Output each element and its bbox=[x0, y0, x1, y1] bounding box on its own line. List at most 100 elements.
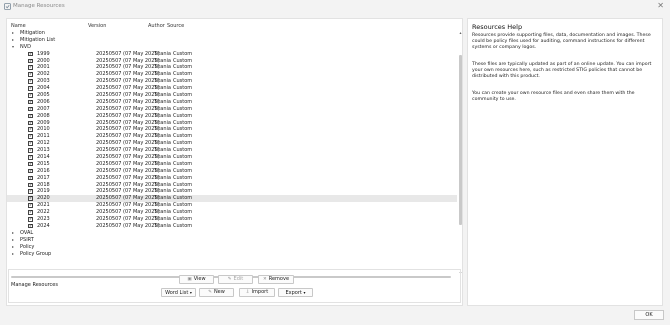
column-header-name[interactable]: Name bbox=[11, 23, 26, 29]
checkbox[interactable]: ✓ bbox=[28, 175, 33, 180]
close-icon[interactable]: ✕ bbox=[657, 1, 664, 10]
scroll-up-icon[interactable]: ▴ bbox=[458, 30, 463, 35]
tree-group[interactable]: ▸ Mitigation bbox=[7, 30, 457, 37]
tree-item[interactable]: ✓ 2021 20250507 (07 May 2025) Titania Custom bbox=[7, 202, 457, 209]
tree-item[interactable]: ✓ 2010 20250507 (07 May 2025) Titania Custom bbox=[7, 126, 457, 133]
column-header-author[interactable]: Author bbox=[148, 23, 165, 29]
checkbox[interactable]: ✓ bbox=[28, 113, 33, 118]
ok-button[interactable]: OK bbox=[634, 310, 664, 320]
remove-button[interactable]: ✕ Remove bbox=[258, 275, 294, 284]
item-source: Custom bbox=[173, 160, 193, 167]
column-header-version[interactable]: Version bbox=[88, 23, 106, 29]
tree-group[interactable]: ▸ Policy bbox=[7, 244, 457, 251]
export-button[interactable]: Export ▾ bbox=[278, 288, 313, 297]
checkbox[interactable]: ✓ bbox=[28, 120, 33, 125]
chevron-right-icon[interactable]: ▸ bbox=[12, 30, 14, 37]
checkbox[interactable]: ✓ bbox=[28, 127, 33, 132]
checkbox[interactable]: ✓ bbox=[28, 141, 33, 146]
checkbox[interactable]: ✓ bbox=[28, 134, 33, 139]
chevron-right-icon[interactable]: ▸ bbox=[12, 230, 14, 237]
checkbox[interactable]: ✓ bbox=[28, 223, 33, 228]
item-author: Titania bbox=[154, 126, 171, 133]
checkbox[interactable]: ✓ bbox=[28, 106, 33, 111]
edit-button[interactable]: ✎ Edit bbox=[218, 275, 253, 284]
item-name: 2021 bbox=[37, 202, 50, 209]
checkbox[interactable]: ✓ bbox=[28, 196, 33, 201]
new-button[interactable]: ✎ New bbox=[199, 288, 234, 297]
chevron-right-icon[interactable]: ▸ bbox=[12, 37, 14, 44]
checkbox[interactable]: ✓ bbox=[28, 79, 33, 84]
tree-group[interactable]: ▸ Policy Group bbox=[7, 251, 457, 258]
checkbox[interactable]: ✓ bbox=[28, 168, 33, 173]
tree-group[interactable]: ▸ OVAL bbox=[7, 230, 457, 237]
item-source: Custom bbox=[173, 126, 193, 133]
checkbox[interactable]: ✓ bbox=[28, 51, 33, 56]
tree-item[interactable]: ✓ 2002 20250507 (07 May 2025) Titania Custom bbox=[7, 71, 457, 78]
checkbox[interactable]: ✓ bbox=[28, 203, 33, 208]
tree-item[interactable]: ✓ 2015 20250507 (07 May 2025) Titania Custom bbox=[7, 161, 457, 168]
tree-item[interactable]: ✓ 2000 20250507 (07 May 2025) Titania Custom bbox=[7, 58, 457, 65]
tree-item[interactable]: ✓ 2004 20250507 (07 May 2025) Titania Custom bbox=[7, 85, 457, 92]
import-button[interactable]: ⇩ Import bbox=[239, 288, 275, 297]
item-name: 2020 bbox=[37, 195, 50, 202]
vertical-scrollbar[interactable]: ▴ ▾ bbox=[458, 30, 463, 275]
checkbox[interactable]: ✓ bbox=[28, 86, 33, 91]
tree-group[interactable]: ▸ PSIRT bbox=[7, 237, 457, 244]
checkbox[interactable]: ✓ bbox=[28, 99, 33, 104]
checkbox[interactable]: ✓ bbox=[28, 93, 33, 98]
chevron-down-icon[interactable]: ▾ bbox=[12, 44, 14, 51]
item-version: 20250507 (07 May 2025) bbox=[96, 222, 160, 229]
resources-panel: Name Version Author Source ▸ Mitigation ▸ M… bbox=[6, 18, 463, 306]
checkbox[interactable]: ✓ bbox=[28, 189, 33, 194]
item-name: 2016 bbox=[37, 167, 50, 174]
checkbox[interactable]: ✓ bbox=[28, 58, 33, 63]
item-name: 2003 bbox=[37, 78, 50, 85]
tree-item[interactable]: ✓ 2016 20250507 (07 May 2025) Titania Custom bbox=[7, 168, 457, 175]
item-name: 2004 bbox=[37, 85, 50, 92]
scroll-thumb[interactable] bbox=[459, 55, 462, 225]
tree-item[interactable]: ✓ 2011 20250507 (07 May 2025) Titania Custom bbox=[7, 133, 457, 140]
item-name: 2009 bbox=[37, 119, 50, 126]
tree-item[interactable]: ✓ 2012 20250507 (07 May 2025) Titania Custom bbox=[7, 140, 457, 147]
checkbox[interactable]: ✓ bbox=[28, 72, 33, 77]
tree-group[interactable]: ▸ Mitigation List bbox=[7, 37, 457, 44]
item-name: 2023 bbox=[37, 216, 50, 223]
tree-item[interactable]: ✓ 2024 20250507 (07 May 2025) Titania Custom bbox=[7, 223, 457, 230]
checkbox[interactable]: ✓ bbox=[28, 148, 33, 153]
column-header-source[interactable]: Source bbox=[167, 23, 184, 29]
chevron-right-icon[interactable]: ▸ bbox=[12, 237, 14, 244]
tree-item[interactable]: ✓ 2009 20250507 (07 May 2025) Titania Custom bbox=[7, 120, 457, 127]
item-version: 20250507 (07 May 2025) bbox=[96, 64, 160, 71]
checkbox[interactable]: ✓ bbox=[28, 210, 33, 215]
tree-group[interactable]: ▾ NVD bbox=[7, 44, 457, 51]
tree-item[interactable]: ✓ 2018 20250507 (07 May 2025) Titania Custom bbox=[7, 182, 457, 189]
item-author: Titania bbox=[154, 50, 171, 57]
word-list-dropdown[interactable]: Word List ▾ bbox=[161, 288, 196, 297]
tree-item[interactable]: ✓ 2019 20250507 (07 May 2025) Titania Custom bbox=[7, 188, 457, 195]
item-version: 20250507 (07 May 2025) bbox=[96, 71, 160, 78]
tree-item[interactable]: ✓ 2001 20250507 (07 May 2025) Titania Custom bbox=[7, 64, 457, 71]
checkbox[interactable]: ✓ bbox=[28, 182, 33, 187]
tree-item[interactable]: ✓ 2003 20250507 (07 May 2025) Titania Custom bbox=[7, 78, 457, 85]
tree-item[interactable]: ✓ 2017 20250507 (07 May 2025) Titania Custom bbox=[7, 175, 457, 182]
checkbox[interactable]: ✓ bbox=[28, 217, 33, 222]
tree-item[interactable]: ✓ 2013 20250507 (07 May 2025) Titania Custom bbox=[7, 147, 457, 154]
tree-item[interactable]: ✓ 2006 20250507 (07 May 2025) Titania Custom bbox=[7, 99, 457, 106]
tree-item[interactable]: ✓ 2022 20250507 (07 May 2025) Titania Custom bbox=[7, 209, 457, 216]
checkbox[interactable]: ✓ bbox=[28, 155, 33, 160]
resource-tree[interactable]: ▸ Mitigation ▸ Mitigation List ▾ NVD ✓ 1999 2025… bbox=[7, 30, 457, 274]
tree-item[interactable]: ✓ 2005 20250507 (07 May 2025) Titania Custom bbox=[7, 92, 457, 99]
checkbox[interactable]: ✓ bbox=[28, 161, 33, 166]
tree-item[interactable]: ✓ 2014 20250507 (07 May 2025) Titania Custom bbox=[7, 154, 457, 161]
item-version: 20250507 (07 May 2025) bbox=[96, 160, 160, 167]
tree-item[interactable]: ✓ 2007 20250507 (07 May 2025) Titania Custom bbox=[7, 106, 457, 113]
chevron-right-icon[interactable]: ▸ bbox=[12, 251, 14, 258]
tree-item[interactable]: ✓ 1999 20250507 (07 May 2025) Titania Custom bbox=[7, 51, 457, 58]
checkbox[interactable]: ✓ bbox=[28, 65, 33, 70]
tree-item[interactable]: ✓ 2020 20250507 (07 May 2025) Titania Custom bbox=[7, 195, 457, 203]
view-button[interactable]: ▣ View bbox=[179, 275, 214, 284]
tree-item[interactable]: ✓ 2008 20250507 (07 May 2025) Titania Custom bbox=[7, 113, 457, 120]
chevron-right-icon[interactable]: ▸ bbox=[12, 244, 14, 251]
help-paragraph-1: Resources provide supporting files, data… bbox=[472, 33, 651, 51]
tree-item[interactable]: ✓ 2023 20250507 (07 May 2025) Titania Custom bbox=[7, 216, 457, 223]
